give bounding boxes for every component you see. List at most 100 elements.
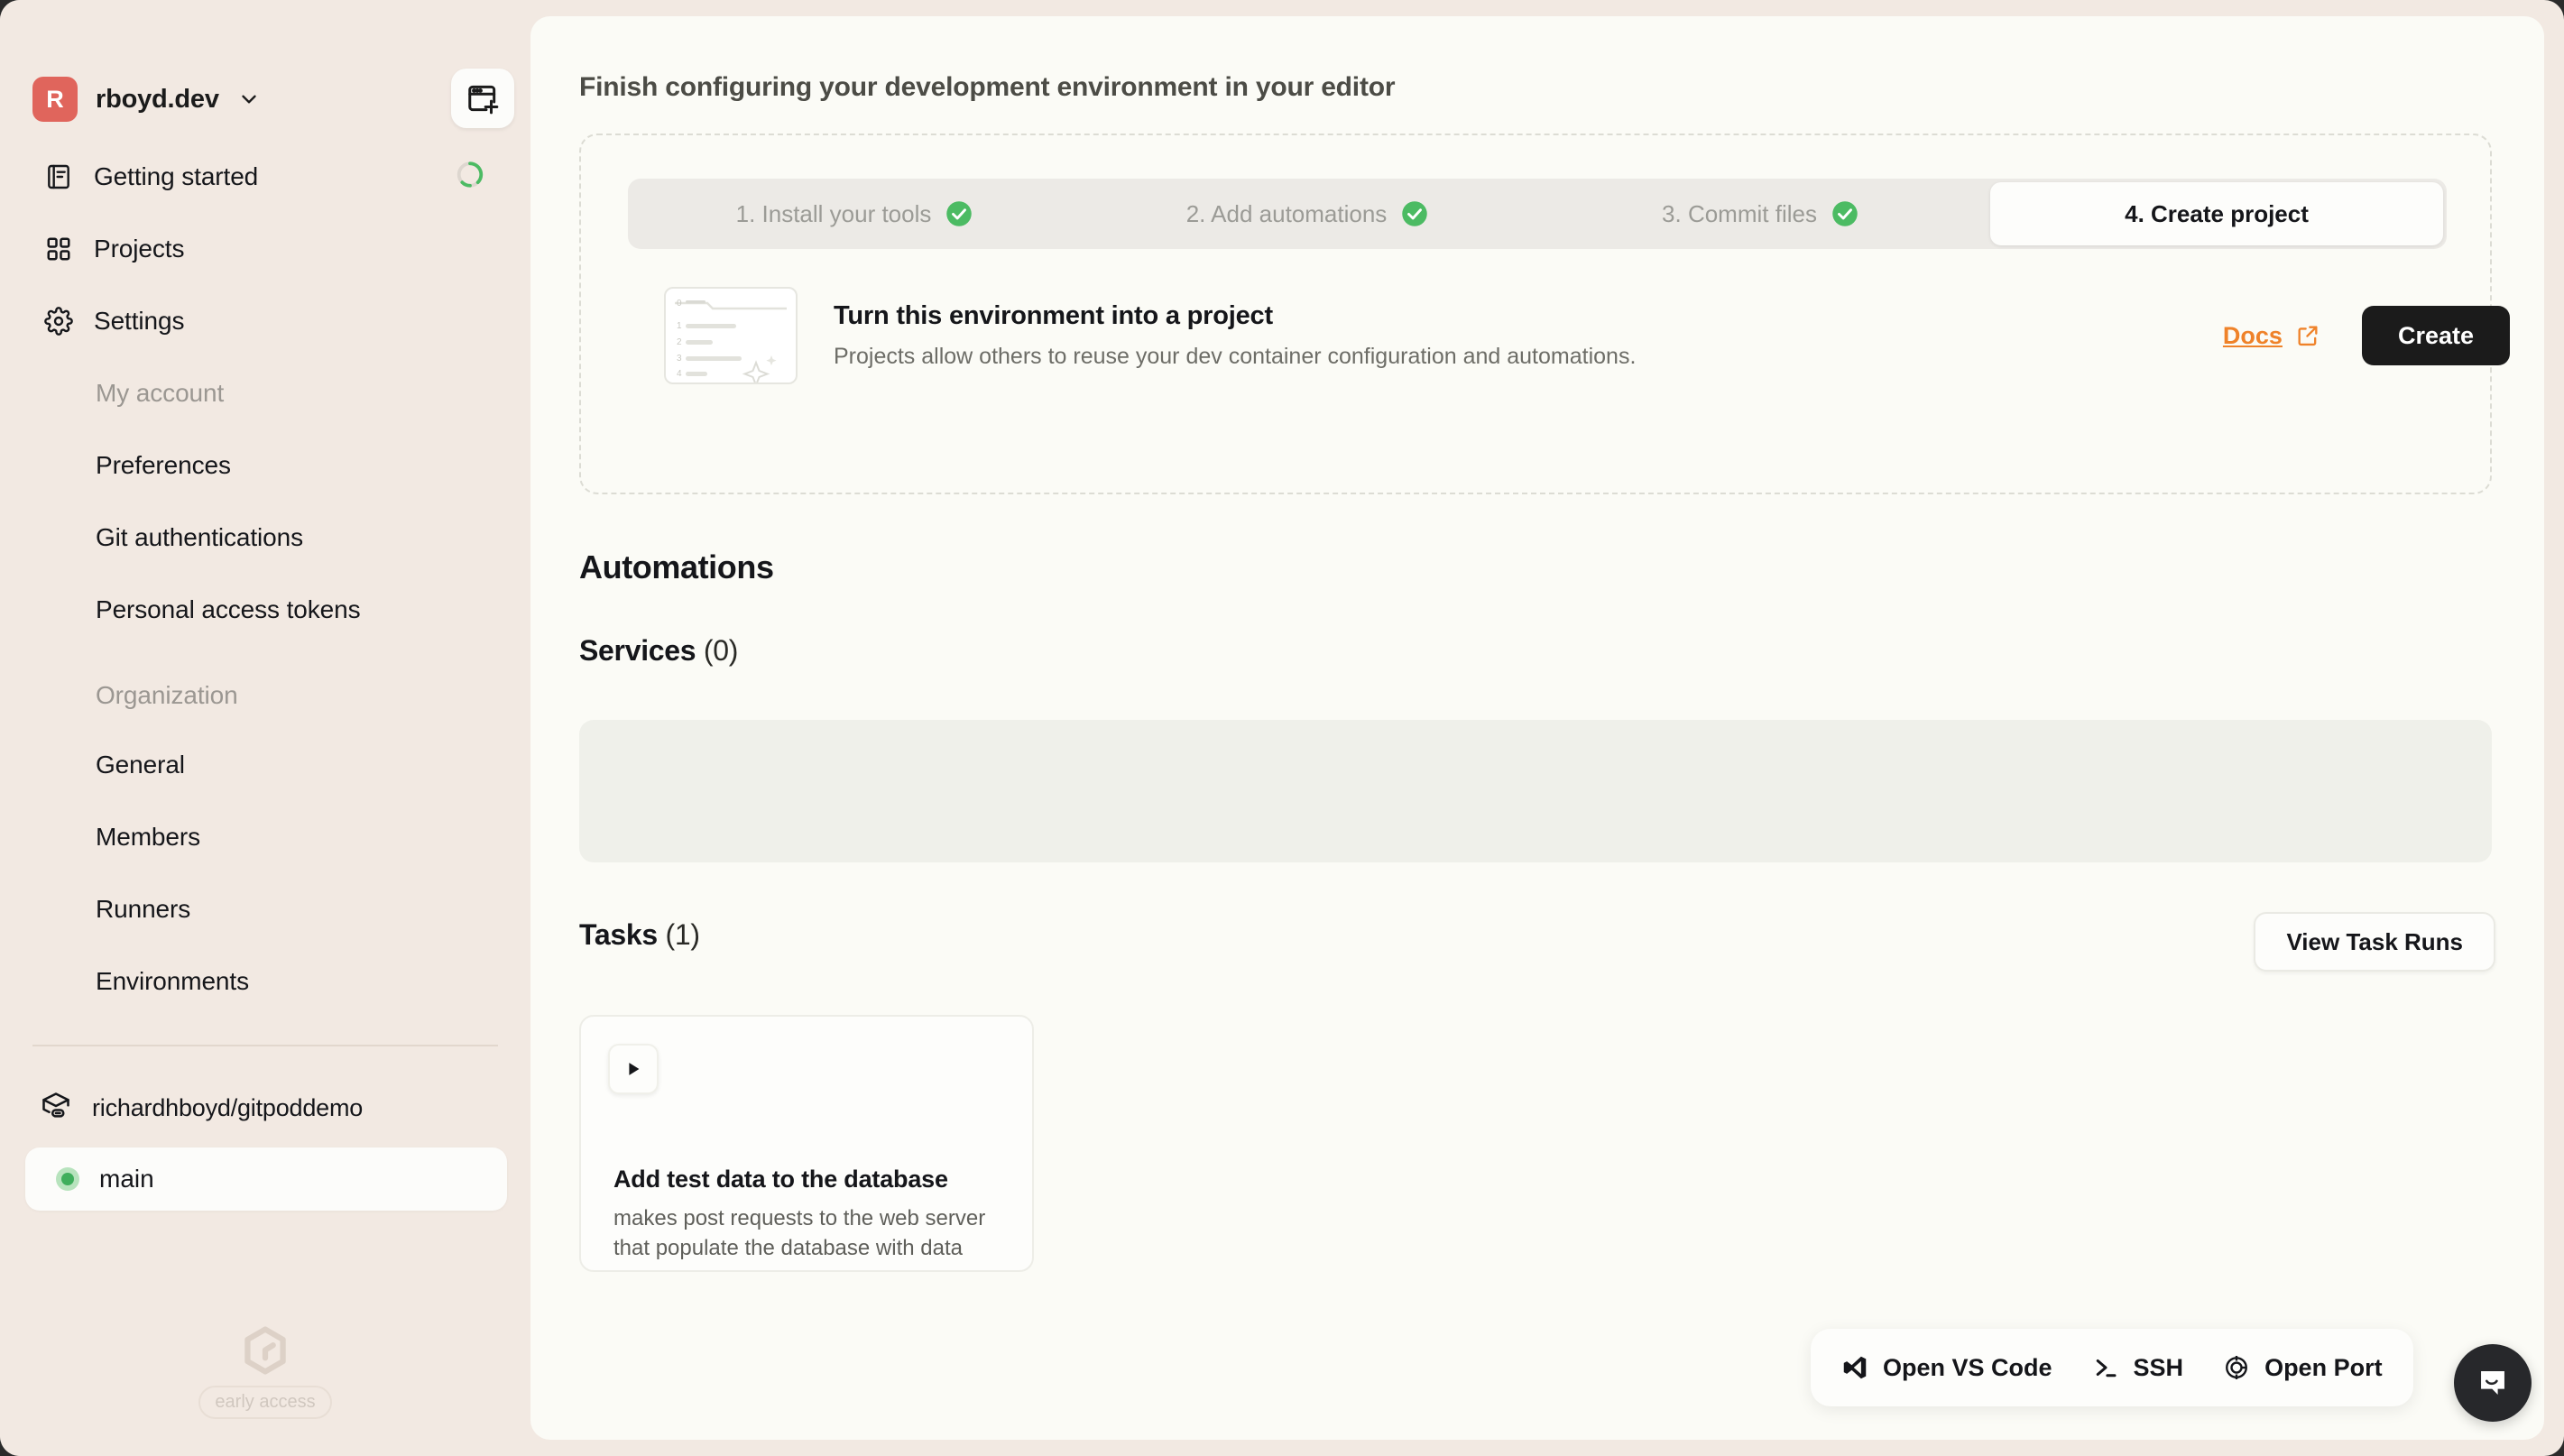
- app-window: R rboyd.dev Getting started Projects Set…: [0, 0, 2564, 1456]
- docs-link-label: Docs: [2222, 321, 2283, 349]
- chat-bubble-icon: [2481, 1371, 2504, 1395]
- toolbar-label: SSH: [2133, 1353, 2184, 1381]
- org-switcher[interactable]: R rboyd.dev: [32, 70, 261, 128]
- svg-text:1: 1: [677, 321, 682, 331]
- promo-title: Turn this environment into a project: [834, 301, 1273, 330]
- page-title: Finish configuring your development envi…: [579, 72, 1396, 102]
- step-install-your-tools[interactable]: 1. Install your tools: [628, 179, 1081, 249]
- branch-name: main: [99, 1165, 154, 1193]
- sidebar-divider: [32, 1045, 498, 1046]
- tasks-heading: Tasks (1): [579, 918, 700, 952]
- play-icon: [629, 1063, 640, 1075]
- document-sparkle-icon: 0 1 2 3 4: [664, 287, 798, 384]
- sidebar-nav: Getting started Projects Settings My acc…: [32, 141, 498, 1018]
- port-icon: [2226, 1356, 2248, 1379]
- onboarding-card: 1. Install your tools 2. Add automations…: [579, 134, 2510, 494]
- services-heading: Services (0): [579, 634, 738, 668]
- sidebar-item-personal-access-tokens[interactable]: Personal access tokens: [32, 574, 498, 646]
- task-title: Add test data to the database: [613, 1166, 948, 1193]
- status-dot-icon: [56, 1167, 79, 1191]
- step-label: 3. Commit files: [1662, 199, 1817, 227]
- sidebar-item-settings[interactable]: Settings: [32, 285, 498, 357]
- gear-icon: [43, 306, 74, 336]
- check-circle-icon: [1402, 201, 1428, 226]
- sidebar-item-getting-started[interactable]: Getting started: [32, 141, 498, 213]
- services-heading-label: Services: [579, 634, 696, 667]
- avatar: R: [32, 77, 78, 122]
- new-window-icon: [468, 85, 499, 115]
- docs-link[interactable]: Docs: [2223, 322, 2320, 350]
- loading-spinner-icon: [455, 160, 485, 195]
- tasks-count: (1): [665, 918, 700, 951]
- promo-subtitle: Projects allow others to reuse your dev …: [834, 344, 1637, 369]
- sidebar-group-label: Organization: [96, 681, 238, 709]
- sidebar-item-label: Settings: [94, 307, 185, 335]
- environment-toolbar: Open VS Code SSH Open Port: [1811, 1329, 2413, 1406]
- sidebar-item-label: Git authentications: [96, 523, 304, 551]
- sidebar-item-label: Preferences: [96, 451, 231, 479]
- sidebar-item-label: Projects: [94, 235, 185, 263]
- open-vs-code-button[interactable]: Open VS Code: [1841, 1354, 2052, 1382]
- svg-text:3: 3: [677, 354, 682, 364]
- services-count: (0): [703, 634, 739, 667]
- sidebar-item-label: General: [96, 751, 185, 779]
- promo-text: Turn this environment into a project Pro…: [834, 301, 2223, 370]
- sidebar-item-environments[interactable]: Environments: [32, 945, 498, 1018]
- toolbar-label: Open Port: [2264, 1353, 2383, 1381]
- svg-text:0: 0: [677, 299, 682, 309]
- branch-row[interactable]: main: [25, 1147, 507, 1211]
- sidebar-item-label: My account: [96, 379, 225, 407]
- run-task-button[interactable]: [608, 1044, 659, 1094]
- tasks-heading-label: Tasks: [579, 918, 658, 951]
- step-label: 4. Create project: [2125, 199, 2309, 227]
- check-circle-icon: [1832, 201, 1858, 226]
- sidebar-group-organization: Organization: [32, 646, 498, 729]
- package-link-icon: [40, 1090, 72, 1127]
- sidebar-item-label: Getting started: [94, 162, 259, 190]
- ssh-button[interactable]: SSH: [2092, 1353, 2184, 1382]
- terminal-icon: [2096, 1359, 2117, 1378]
- sidebar-item-general[interactable]: General: [32, 729, 498, 801]
- sidebar-item-label: Personal access tokens: [96, 595, 361, 623]
- view-task-runs-button[interactable]: View Task Runs: [2254, 912, 2495, 972]
- early-access-badge: early access: [198, 1386, 332, 1419]
- repository-row[interactable]: richardhboyd/gitpoddemo: [32, 1079, 363, 1137]
- vscode-icon: [1843, 1356, 1867, 1379]
- create-project-promo: 0 1 2 3 4 Turn this environment into a p…: [664, 287, 2510, 384]
- main-panel: Finish configuring your development envi…: [530, 16, 2544, 1440]
- task-card[interactable]: Add test data to the database makes post…: [579, 1015, 1034, 1272]
- sidebar: R rboyd.dev Getting started Projects Set…: [0, 0, 530, 1456]
- step-label: 1. Install your tools: [735, 199, 932, 227]
- chevron-down-icon: [242, 95, 256, 104]
- toolbar-label: Open VS Code: [1883, 1353, 2052, 1381]
- svg-text:2: 2: [677, 337, 682, 347]
- sidebar-item-label: Runners: [96, 895, 191, 923]
- sidebar-item-preferences[interactable]: Preferences: [32, 429, 498, 502]
- step-label: 2. Add automations: [1185, 199, 1388, 227]
- chat-support-button[interactable]: [2454, 1344, 2532, 1422]
- repository-name: richardhboyd/gitpoddemo: [92, 1093, 364, 1121]
- sidebar-item-git-authentications[interactable]: Git authentications: [32, 502, 498, 574]
- new-window-button[interactable]: [451, 69, 514, 128]
- open-port-button[interactable]: Open Port: [2223, 1354, 2383, 1382]
- automations-heading: Automations: [579, 548, 774, 585]
- sidebar-item-runners[interactable]: Runners: [32, 873, 498, 945]
- promo-actions: Docs Create: [2223, 306, 2510, 365]
- stepper: 1. Install your tools 2. Add automations…: [628, 179, 2447, 249]
- sidebar-item-label: Members: [96, 823, 200, 851]
- sidebar-item-my-account[interactable]: My account: [32, 357, 498, 429]
- sidebar-item-label: Environments: [96, 967, 249, 995]
- gitpod-logo-icon: [244, 1326, 286, 1375]
- svg-text:4: 4: [677, 369, 682, 379]
- sidebar-item-members[interactable]: Members: [32, 801, 498, 873]
- check-circle-icon: [946, 201, 973, 226]
- step-add-automations[interactable]: 2. Add automations: [1081, 179, 1534, 249]
- grid-icon: [43, 234, 74, 264]
- sidebar-item-projects[interactable]: Projects: [32, 213, 498, 285]
- step-create-project[interactable]: 4. Create project: [1990, 182, 2443, 245]
- create-project-button[interactable]: Create: [2361, 306, 2510, 365]
- external-link-icon: [2298, 326, 2318, 346]
- services-empty-placeholder: [579, 720, 2492, 862]
- task-description: makes post requests to the web server th…: [613, 1206, 986, 1260]
- step-commit-files[interactable]: 3. Commit files: [1534, 179, 1987, 249]
